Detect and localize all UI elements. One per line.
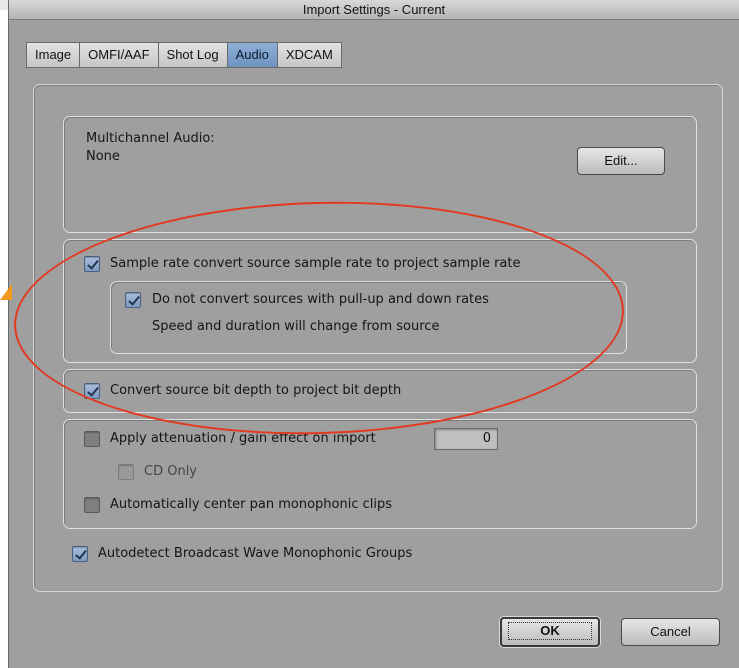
multichannel-value: None: [86, 149, 120, 164]
center-pan-label: Automatically center pan monophonic clip…: [110, 497, 393, 512]
center-pan-checkbox[interactable]: [84, 497, 100, 513]
bit-depth-checkbox[interactable]: [84, 383, 100, 399]
speed-duration-note: Speed and duration will change from sour…: [152, 319, 440, 334]
cancel-button[interactable]: Cancel: [621, 618, 720, 646]
sample-rate-convert-checkbox[interactable]: [84, 256, 100, 272]
tab-omfi-aaf[interactable]: OMFI/AAF: [79, 42, 158, 68]
autodetect-bwf-checkbox[interactable]: [72, 546, 88, 562]
attenuation-checkbox[interactable]: [84, 431, 100, 447]
pullup-subgroup: Do not convert sources with pull-up and …: [110, 281, 627, 354]
multichannel-group: Multichannel Audio: None Edit...: [63, 116, 697, 233]
tab-xdcam[interactable]: XDCAM: [276, 42, 342, 68]
edit-button[interactable]: Edit...: [577, 147, 665, 175]
cd-only-label: CD Only: [144, 464, 197, 479]
autodetect-bwf-label: Autodetect Broadcast Wave Monophonic Gro…: [98, 546, 413, 561]
audio-settings-panel: Multichannel Audio: None Edit... Sample …: [33, 84, 723, 592]
import-settings-window: Import Settings - Current Image OMFI/AAF…: [8, 0, 739, 668]
attenuation-group: Apply attenuation / gain effect on impor…: [63, 419, 697, 529]
no-convert-pullup-label: Do not convert sources with pull-up and …: [152, 292, 489, 307]
tab-shot-log[interactable]: Shot Log: [157, 42, 227, 68]
attenuation-label: Apply attenuation / gain effect on impor…: [110, 431, 376, 446]
tab-image[interactable]: Image: [26, 42, 80, 68]
ok-button[interactable]: OK: [500, 617, 600, 647]
bit-depth-label: Convert source bit depth to project bit …: [110, 383, 402, 398]
tab-audio[interactable]: Audio: [226, 42, 277, 68]
tab-bar: Image OMFI/AAF Shot Log Audio XDCAM: [26, 42, 342, 68]
window-title: Import Settings - Current: [9, 0, 739, 20]
attenuation-value-field[interactable]: 0: [434, 428, 498, 450]
sample-rate-convert-label: Sample rate convert source sample rate t…: [110, 256, 521, 271]
ok-button-label: OK: [508, 622, 592, 640]
sample-rate-group: Sample rate convert source sample rate t…: [63, 239, 697, 363]
bit-depth-group: Convert source bit depth to project bit …: [63, 369, 697, 413]
no-convert-pullup-checkbox[interactable]: [125, 292, 141, 308]
cd-only-checkbox[interactable]: [118, 464, 134, 480]
multichannel-label: Multichannel Audio:: [86, 131, 215, 146]
